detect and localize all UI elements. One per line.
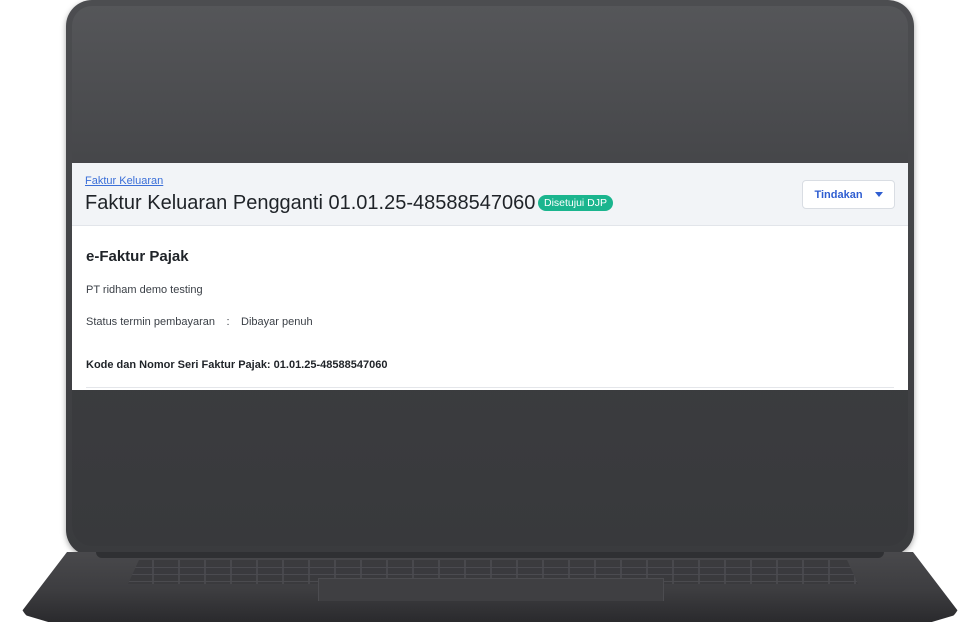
payment-term-label: Status termin pembayaran	[86, 316, 216, 328]
breadcrumb-link[interactable]: Faktur Keluaran	[85, 175, 163, 187]
company-name: PT ridham demo testing	[86, 284, 203, 296]
document-title: e-Faktur Pajak	[86, 248, 189, 265]
tindakan-button[interactable]: Tindakan	[802, 180, 895, 209]
laptop-mockup: Faktur Keluaran Faktur Keluaran Penggant…	[0, 0, 980, 628]
caret-down-icon	[874, 192, 883, 197]
payment-term-row: Status termin pembayaran: Dibayar penuh	[86, 316, 313, 328]
payment-term-separator: :	[226, 316, 230, 328]
status-badge: Disetujui DJP	[538, 195, 614, 211]
trackpad	[318, 578, 664, 601]
page-title: Faktur Keluaran Pengganti 01.01.25-48588…	[85, 192, 536, 214]
payment-term-value: Dibayar penuh	[241, 316, 313, 328]
screen: Faktur Keluaran Faktur Keluaran Penggant…	[72, 163, 908, 390]
laptop-hinge	[96, 552, 884, 558]
page-header: Faktur Keluaran Faktur Keluaran Penggant…	[72, 163, 908, 226]
tindakan-button-label: Tindakan	[814, 188, 863, 201]
divider	[86, 387, 894, 388]
tax-serial-number: Kode dan Nomor Seri Faktur Pajak: 01.01.…	[86, 359, 388, 371]
